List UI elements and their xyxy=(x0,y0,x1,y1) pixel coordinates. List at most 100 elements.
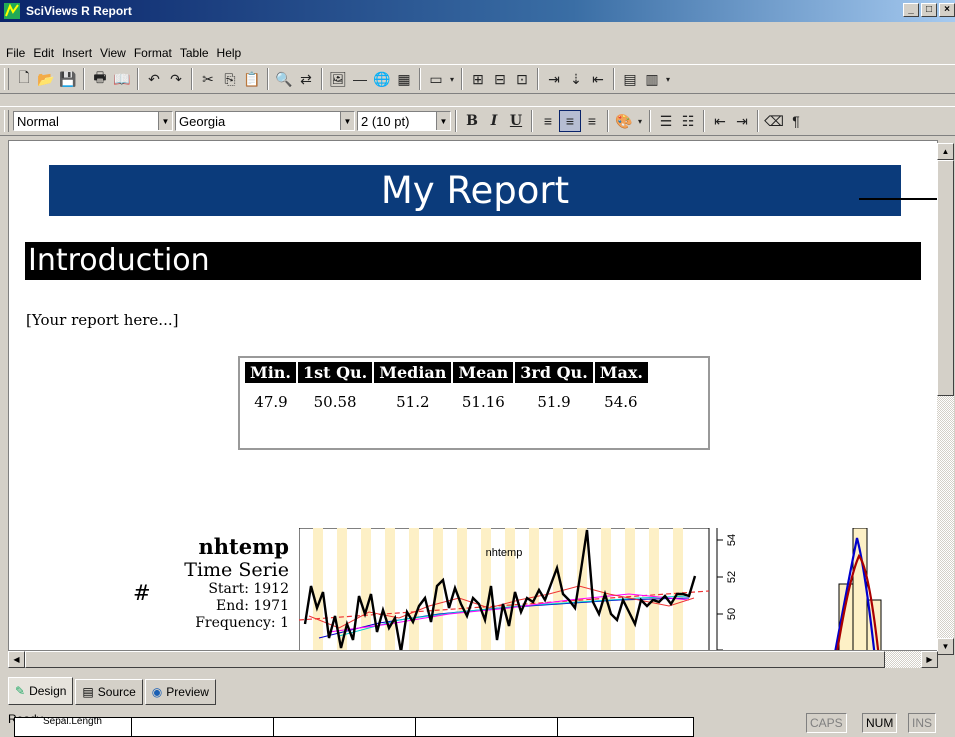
numbered-list-icon[interactable]: ☰ xyxy=(655,110,677,132)
increase-indent-icon[interactable]: ⇥ xyxy=(731,110,753,132)
tab-preview[interactable]: ◉ Preview xyxy=(144,679,216,705)
size-select[interactable]: 2 (10 pt) ▼ xyxy=(357,111,451,131)
horizontal-rule-icon[interactable]: — xyxy=(349,68,371,90)
plot-title: nhtemp xyxy=(486,547,523,559)
horizontal-scroll-thumb[interactable] xyxy=(25,651,885,668)
summary-header: Max. xyxy=(592,362,648,383)
save-icon[interactable]: 💾 xyxy=(57,68,79,90)
new-icon[interactable]: 🗋 xyxy=(13,68,35,90)
vertical-scroll-thumb[interactable] xyxy=(937,160,954,396)
summary-value: 51.16 xyxy=(461,393,505,411)
summary-value: 47.9 xyxy=(254,393,288,411)
ts-type: Time Serie xyxy=(184,559,289,581)
align-left-icon[interactable]: ≡ xyxy=(537,110,559,132)
menu-insert[interactable]: Insert xyxy=(62,46,100,60)
decrease-indent-icon[interactable]: ⇤ xyxy=(709,110,731,132)
summary-header: 3rd Qu. xyxy=(513,362,594,383)
delete-column-icon[interactable]: ⇣ xyxy=(565,68,587,90)
summary-header: Min. xyxy=(245,362,297,383)
summary-value: 54.6 xyxy=(604,393,638,411)
overlay-label: Sepal.Length xyxy=(43,717,102,727)
delete-row-icon[interactable]: ⇥ xyxy=(543,68,565,90)
menu-file[interactable]: File xyxy=(6,46,33,60)
merge-cells-icon[interactable]: ▤ xyxy=(619,68,641,90)
undo-icon[interactable]: ↶ xyxy=(143,68,165,90)
open-icon[interactable]: 📂 xyxy=(35,68,57,90)
caps-indicator: CAPS xyxy=(806,713,847,733)
section-heading: Introduction xyxy=(25,242,921,280)
insert-cell-icon[interactable]: ⊡ xyxy=(511,68,533,90)
copy-icon[interactable]: ⎘ xyxy=(219,68,241,90)
insert-row-icon[interactable]: ⊞ xyxy=(467,68,489,90)
redo-icon[interactable]: ↷ xyxy=(165,68,187,90)
split-cells-icon[interactable]: ▥ xyxy=(641,68,663,90)
font-value: Georgia xyxy=(179,113,226,129)
cut-icon[interactable]: ✂ xyxy=(197,68,219,90)
summary-value: 50.58 xyxy=(313,393,357,411)
size-value: 2 (10 pt) xyxy=(361,113,410,129)
toolbar-grip[interactable] xyxy=(4,68,9,90)
summary-header: Median xyxy=(372,362,453,383)
scroll-up-icon[interactable]: ▲ xyxy=(937,143,954,160)
color-icon[interactable]: 🎨 xyxy=(613,110,635,132)
menu-table[interactable]: Table xyxy=(180,46,217,60)
y-tick: 52 xyxy=(726,571,738,583)
ts-frequency: Frequency: 1 xyxy=(195,615,289,631)
num-indicator: NUM xyxy=(862,713,898,733)
tab-preview-label: Preview xyxy=(166,685,209,699)
bullet-list-icon[interactable]: ☷ xyxy=(677,110,699,132)
delete-cell-icon[interactable]: ⇤ xyxy=(587,68,609,90)
style-select[interactable]: Normal ▼ xyxy=(13,111,173,131)
menu-format[interactable]: Format xyxy=(134,46,180,60)
scroll-down-icon[interactable]: ▼ xyxy=(937,638,954,655)
report-banner: My Report xyxy=(49,165,901,216)
underline-button[interactable]: U xyxy=(505,110,527,132)
hyperlink-icon[interactable]: 🌐 xyxy=(371,68,393,90)
tab-source[interactable]: ▤ Source xyxy=(75,679,143,705)
paste-icon[interactable]: 📋 xyxy=(241,68,263,90)
menu-help[interactable]: Help xyxy=(217,46,250,60)
document-area[interactable]: My Report Introduction [Your report here… xyxy=(8,140,938,651)
y-tick: 50 xyxy=(726,608,738,620)
menu-edit[interactable]: Edit xyxy=(33,46,62,60)
tab-design[interactable]: ✎ Design xyxy=(8,677,74,705)
summary-value: 51.9 xyxy=(537,393,571,411)
menu-bar: File Edit Insert View Format Table Help xyxy=(0,42,955,64)
close-button[interactable]: × xyxy=(939,3,955,17)
toolbar-grip-2[interactable] xyxy=(4,110,9,132)
align-center-icon[interactable]: ≡ xyxy=(559,110,581,132)
form-dropdown-icon[interactable]: ▾ xyxy=(447,68,457,90)
eraser-icon[interactable]: ⌫ xyxy=(763,110,785,132)
align-right-icon[interactable]: ≡ xyxy=(581,110,603,132)
find-icon[interactable]: 🔍 xyxy=(273,68,295,90)
window-title: SciViews R Report xyxy=(26,4,132,18)
maximize-button[interactable]: □ xyxy=(921,3,937,17)
horizontal-scrollbar[interactable]: ◀ ▶ xyxy=(8,651,938,668)
insert-column-icon[interactable]: ⊟ xyxy=(489,68,511,90)
minimize-button[interactable]: _ xyxy=(903,3,919,17)
italic-button[interactable]: I xyxy=(483,110,505,132)
split-dropdown-icon[interactable]: ▾ xyxy=(663,68,673,90)
color-dropdown-icon[interactable]: ▾ xyxy=(635,110,645,132)
scroll-left-icon[interactable]: ◀ xyxy=(8,651,25,668)
menu-view[interactable]: View xyxy=(100,46,134,60)
vertical-scrollbar[interactable]: ▲ ▼ xyxy=(937,143,954,655)
ts-name: nhtemp xyxy=(198,534,289,559)
preview-book-icon[interactable]: 📖 xyxy=(111,68,133,90)
chevron-down-icon: ▼ xyxy=(158,112,172,130)
summary-table: Min. 1st Qu. Median Mean 3rd Qu. Max. 47… xyxy=(245,362,648,411)
scroll-right-icon[interactable]: ▶ xyxy=(921,651,938,668)
pilcrow-button[interactable]: ¶ xyxy=(785,110,807,132)
insert-form-icon[interactable]: ▭ xyxy=(425,68,447,90)
font-select[interactable]: Georgia ▼ xyxy=(175,111,355,131)
source-icon: ▤ xyxy=(82,685,94,699)
ts-start: Start: 1912 xyxy=(208,581,289,597)
print-icon[interactable]: 🖶 xyxy=(89,68,111,90)
summary-header: Mean xyxy=(451,362,515,383)
insert-table-icon[interactable]: ▦ xyxy=(393,68,415,90)
timeseries-label: nhtemp Time Serie Start: 1912 End: 1971 … xyxy=(139,534,289,632)
replace-icon[interactable]: ⇄ xyxy=(295,68,317,90)
insert-image-icon[interactable]: 🖼 xyxy=(327,68,349,90)
bold-button[interactable]: B xyxy=(461,110,483,132)
chevron-down-icon: ▼ xyxy=(436,112,450,130)
